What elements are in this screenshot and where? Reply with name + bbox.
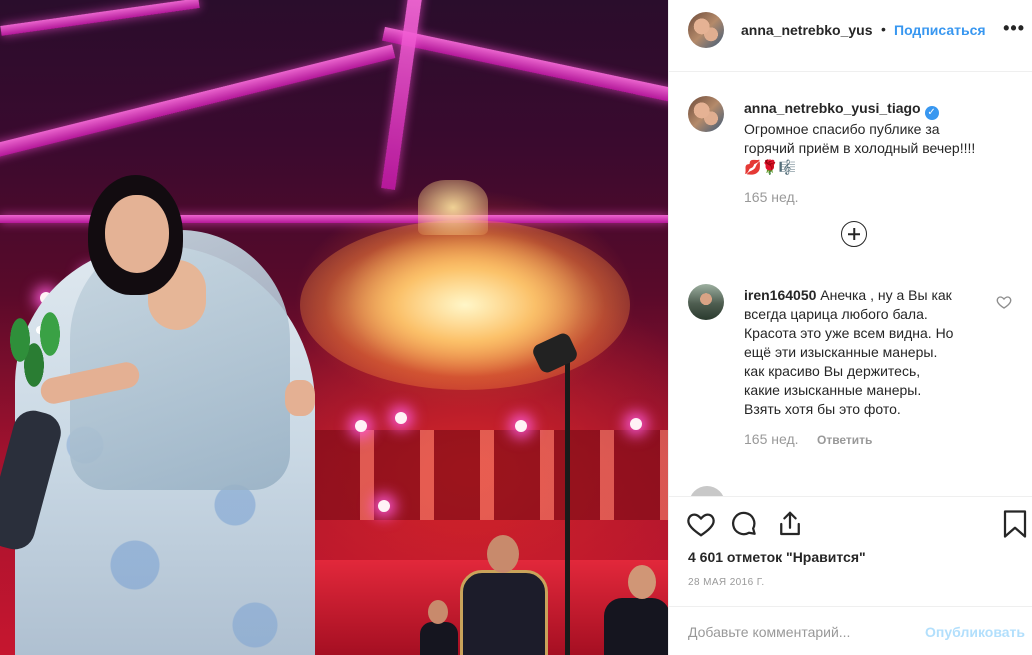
palace-arches <box>300 430 668 520</box>
comment-icon[interactable] <box>729 509 759 539</box>
likes-count[interactable]: 4 601 отметок "Нравится" <box>688 549 866 565</box>
stage-truss <box>0 44 396 160</box>
comment-text-line: всегда царица любого бала. <box>744 306 928 322</box>
reply-button[interactable]: Ответить <box>817 433 872 447</box>
stage-light <box>630 418 642 430</box>
post-header: anna_netrebko_yus • Подписаться ••• <box>669 0 1032 72</box>
stage-light <box>378 500 390 512</box>
owner-avatar[interactable] <box>688 12 724 48</box>
chandelier <box>300 220 630 390</box>
more-options-icon[interactable]: ••• <box>1003 18 1025 39</box>
woman-hand <box>285 380 315 416</box>
comment-text-line: ещё эти изысканные манеры. <box>744 344 938 360</box>
comment-input[interactable] <box>688 621 908 643</box>
comment-form: Опубликовать <box>669 606 1032 655</box>
comment-meta: 165 нед. Ответить <box>744 431 994 449</box>
caption-time[interactable]: 165 нед. <box>744 189 1024 205</box>
stage-light <box>515 420 527 432</box>
stage-truss <box>0 0 200 36</box>
caption-text-line: Огромное спасибо публике за <box>744 121 940 137</box>
publish-button[interactable]: Опубликовать <box>925 624 1025 640</box>
header-separator: • <box>881 21 886 37</box>
comment-text-line: Красота это уже всем видна. Но <box>744 325 954 341</box>
comment-text-line: Взять хотя бы это фото. <box>744 401 901 417</box>
action-bar: 4 601 отметок "Нравится" 28 мая 2016 г. <box>669 496 1032 606</box>
woman-face <box>105 195 169 273</box>
performer-figure <box>420 622 458 655</box>
comment-text-line: Анечка , ну а Вы как <box>820 287 952 303</box>
caption-avatar[interactable] <box>688 96 724 132</box>
caption-body: anna_netrebko_yusi_tiago ✓ Огромное спаси… <box>744 99 1024 205</box>
mic-stand <box>565 350 570 655</box>
caption-text-line: горячий приём в холодный вечер!!!! <box>744 140 976 156</box>
performer-head <box>628 565 656 599</box>
commenter-avatar[interactable] <box>688 284 724 320</box>
post-photo[interactable] <box>0 0 668 655</box>
share-icon[interactable] <box>775 509 805 539</box>
bookmark-icon[interactable] <box>1002 509 1028 539</box>
caption-username[interactable]: anna_netrebko_yusi_tiago <box>744 100 921 116</box>
singer-head <box>487 535 519 573</box>
stage-truss <box>382 26 668 108</box>
performer-head <box>428 600 448 624</box>
post-side-panel: anna_netrebko_yus • Подписаться ••• anna… <box>668 0 1032 655</box>
post-date[interactable]: 28 мая 2016 г. <box>688 577 765 588</box>
next-comment-partial <box>689 486 1009 496</box>
comment-username[interactable]: iren164050 <box>744 287 816 303</box>
caption-emoji: 💋🌹🎼 <box>744 159 797 175</box>
plus-circle-icon[interactable] <box>841 221 867 247</box>
comment-time[interactable]: 165 нед. <box>744 431 799 447</box>
stage-light <box>355 420 367 432</box>
verified-icon: ✓ <box>924 106 939 120</box>
flower-bouquet <box>0 310 80 410</box>
stage-light <box>395 412 407 424</box>
chandelier-crown <box>418 180 488 235</box>
performer-figure <box>604 598 668 655</box>
comment-text-line: как красиво Вы держитесь, <box>744 363 921 379</box>
like-icon[interactable] <box>686 509 716 539</box>
owner-username[interactable]: anna_netrebko_yus <box>741 22 873 38</box>
follow-button[interactable]: Подписаться <box>894 22 986 38</box>
comment-body: iren164050 Анечка , ну а Вы как всегда ц… <box>744 286 994 449</box>
comment-text-line: какие изысканные манеры. <box>744 382 922 398</box>
comment-like-icon[interactable] <box>996 294 1012 310</box>
singer-figure <box>460 570 548 655</box>
